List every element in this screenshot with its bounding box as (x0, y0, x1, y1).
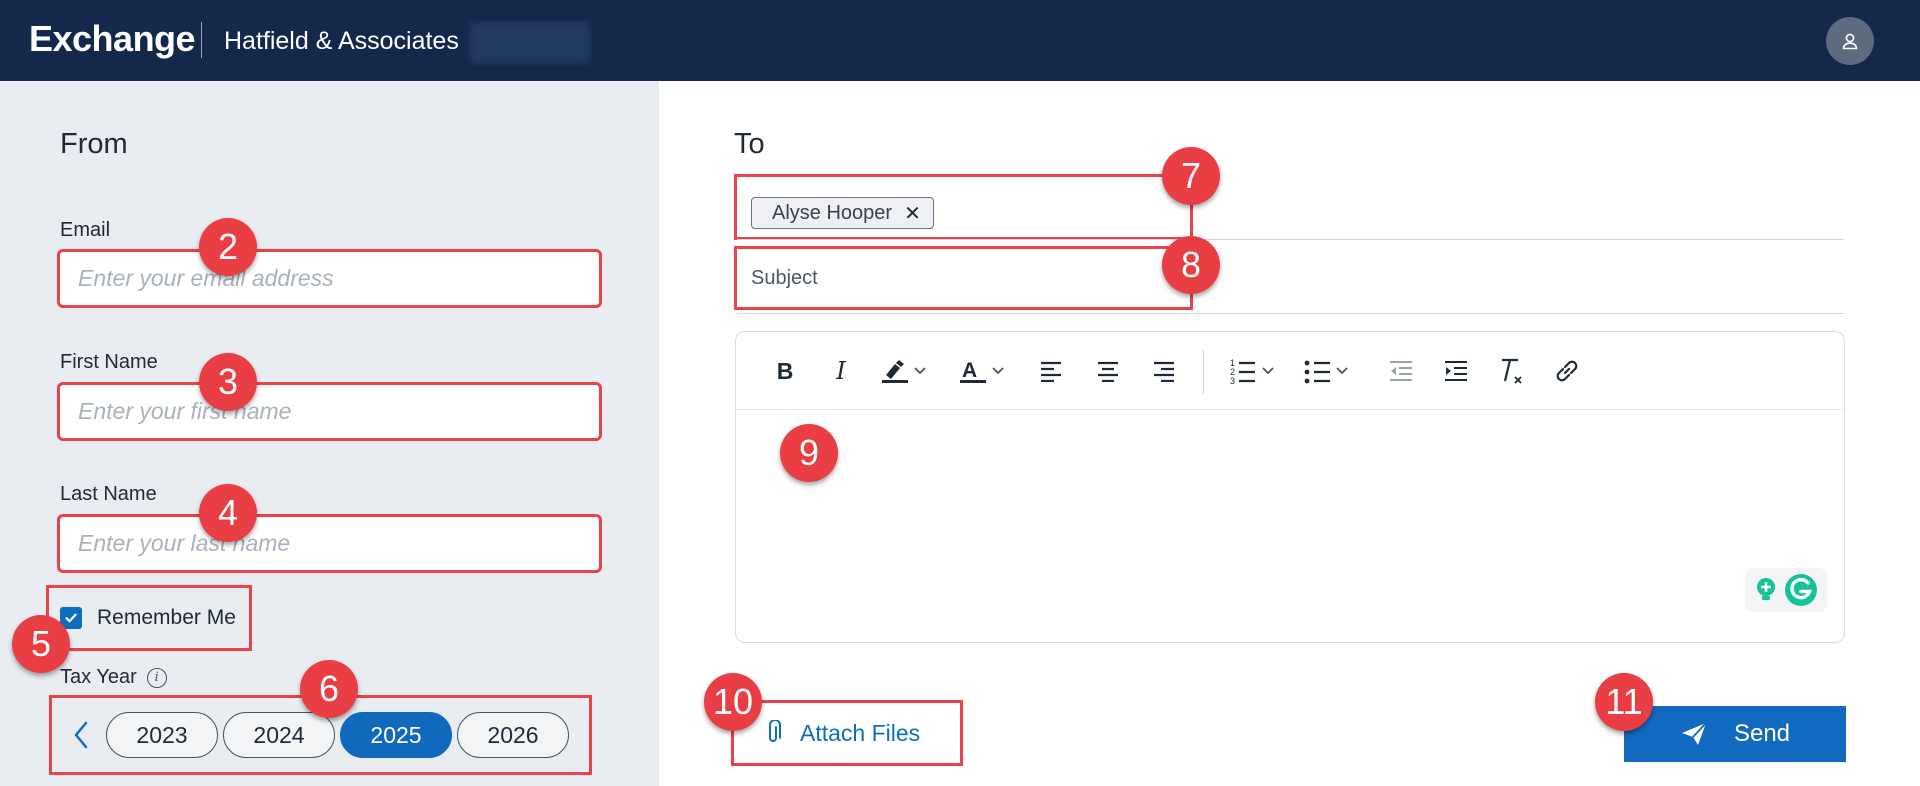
align-right-icon[interactable] (1149, 354, 1179, 388)
annotation-badge: 10 (704, 673, 762, 731)
bulleted-list-icon[interactable] (1302, 354, 1356, 388)
svg-text:3: 3 (1230, 376, 1235, 386)
message-body[interactable] (736, 410, 1844, 642)
italic-icon[interactable]: I (826, 354, 856, 388)
send-icon (1681, 722, 1707, 745)
annotation-badge: 3 (199, 353, 257, 411)
remember-me-label: Remember Me (97, 606, 236, 629)
send-button[interactable]: Send (1624, 706, 1846, 762)
remember-me[interactable]: Remember Me (46, 585, 252, 651)
attach-files-button[interactable]: Attach Files (731, 700, 963, 766)
annotation-badge: 7 (1162, 147, 1220, 205)
first-name-field[interactable] (57, 382, 602, 441)
toolbar-divider (1203, 350, 1204, 394)
last-name-field[interactable] (57, 514, 602, 573)
annotation-badge: 11 (1595, 673, 1653, 731)
tax-year-header: Tax Year i (60, 666, 167, 689)
align-left-icon[interactable] (1036, 354, 1066, 388)
bold-icon[interactable]: B (770, 354, 800, 388)
grammarly-icon (1785, 574, 1817, 606)
recipient-chip: Alyse Hooper ✕ (751, 197, 934, 229)
remove-recipient-icon[interactable]: ✕ (904, 201, 921, 226)
firm-name: Hatfield & Associates (224, 27, 459, 55)
annotation-badge: 9 (780, 424, 838, 482)
year-prev-button[interactable] (66, 715, 96, 755)
annotation-badge: 5 (12, 615, 70, 673)
first-name-label: First Name (60, 351, 158, 373)
link-icon[interactable] (1552, 354, 1582, 388)
recipient-field[interactable]: Alyse Hooper ✕ (734, 174, 1193, 240)
brand-logo: Exchange (29, 18, 196, 59)
attach-files-label: Attach Files (800, 719, 921, 746)
divider (737, 239, 1844, 240)
recipient-name: Alyse Hooper (772, 201, 893, 224)
clear-format-icon[interactable] (1496, 354, 1526, 388)
year-option-2023[interactable]: 2023 (106, 712, 218, 758)
annotation-badge: 4 (199, 484, 257, 542)
align-center-icon[interactable] (1093, 354, 1123, 388)
indent-icon[interactable] (1441, 354, 1471, 388)
tax-year-label: Tax Year (60, 666, 137, 688)
to-title: To (734, 128, 765, 160)
annotation-badge: 2 (199, 218, 257, 276)
redacted-text (470, 22, 590, 64)
outdent-icon[interactable] (1386, 354, 1416, 388)
from-title: From (60, 128, 128, 160)
chevron-left-icon (74, 721, 88, 749)
message-editor: B I A 1 2 3 (735, 331, 1845, 643)
user-icon (1842, 33, 1858, 50)
year-option-2026[interactable]: 2026 (457, 712, 569, 758)
subject-container (734, 246, 1193, 310)
paperclip-icon (769, 720, 781, 742)
annotation-badge: 8 (1162, 236, 1220, 294)
numbered-list-icon[interactable]: 1 2 3 (1228, 354, 1282, 388)
lightbulb-icon (1757, 578, 1775, 600)
subject-input[interactable] (751, 266, 1190, 290)
grammarly-widget[interactable] (1745, 568, 1827, 612)
annotation-badge: 6 (300, 660, 358, 718)
last-name-label: Last Name (60, 483, 157, 505)
info-icon[interactable]: i (146, 667, 167, 688)
divider (737, 313, 1844, 314)
top-bar: Exchange Hatfield & Associates (0, 0, 1920, 81)
editor-toolbar: B I A 1 2 3 (736, 332, 1844, 410)
font-color-icon[interactable]: A (956, 354, 1010, 388)
send-label: Send (1733, 720, 1791, 747)
year-option-2024[interactable]: 2024 (223, 712, 335, 758)
year-option-2025[interactable]: 2025 (340, 712, 452, 758)
email-field[interactable] (57, 249, 602, 308)
email-label: Email (60, 219, 111, 241)
highlight-icon[interactable] (878, 354, 932, 388)
user-avatar[interactable] (1826, 17, 1874, 65)
svg-text:A: A (962, 359, 977, 382)
brand-divider (201, 22, 202, 58)
check-icon (65, 613, 77, 623)
